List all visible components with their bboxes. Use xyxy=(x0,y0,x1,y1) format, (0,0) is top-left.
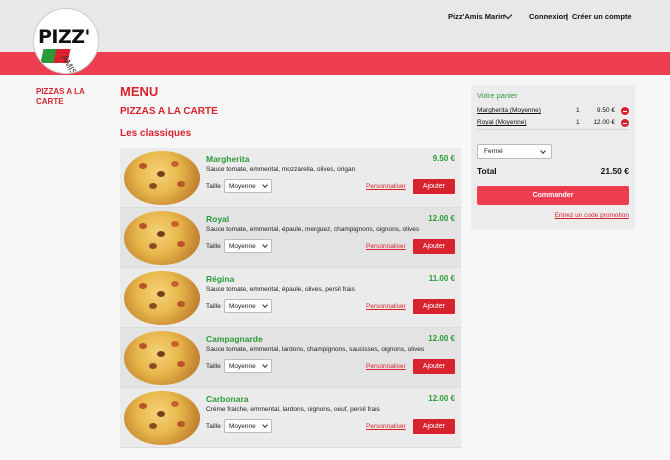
page-title: MENU xyxy=(120,84,159,99)
cart-title: Votre panier xyxy=(477,91,518,100)
product-price: 11.00 € xyxy=(428,274,455,283)
product-price: 12.00 € xyxy=(428,214,455,223)
size-select[interactable]: Moyenne xyxy=(224,419,272,433)
remove-item-icon[interactable] xyxy=(621,119,629,127)
product-price: 9.50 € xyxy=(432,154,455,163)
size-label: Taille xyxy=(206,183,221,190)
cart-panel: Votre panier Margherita (Moyenne) 1 9.50… xyxy=(471,85,635,229)
subsection-title: Les classiques xyxy=(120,128,192,139)
sidebar-item-pizzas[interactable]: PIZZAS A LA CARTE xyxy=(36,87,106,107)
cart-item-price: 12.00 € xyxy=(593,119,615,126)
total-label: Total xyxy=(477,166,497,176)
chevron-down-icon xyxy=(262,362,268,368)
size-value: Moyenne xyxy=(229,303,256,310)
product-row: Campagnarde 12.00 € Sauce tomate, emment… xyxy=(120,328,461,388)
add-button[interactable]: Ajouter xyxy=(413,179,455,194)
chevron-down-icon xyxy=(262,242,268,248)
size-label: Taille xyxy=(206,423,221,430)
section-title: PIZZAS A LA CARTE xyxy=(120,106,218,117)
product-name: Campagnarde xyxy=(206,334,263,344)
product-price: 12.00 € xyxy=(428,394,455,403)
site-logo[interactable]: PIZZ' AMIS xyxy=(33,8,99,74)
product-row: Margherita 9.50 € Sauce tomate, emmental… xyxy=(120,148,461,208)
product-name: Margherita xyxy=(206,154,250,164)
customize-link[interactable]: Personnaliser xyxy=(366,363,406,370)
logo-subtext: AMIS xyxy=(59,53,80,74)
size-value: Moyenne xyxy=(229,183,256,190)
pizza-image xyxy=(124,151,200,205)
size-value: Moyenne xyxy=(229,363,256,370)
top-bar xyxy=(0,0,670,52)
cart-item-name[interactable]: Royal (Moyenne) xyxy=(477,119,527,126)
cart-item-price: 9.50 € xyxy=(596,107,615,114)
delivery-mode-value: Fermé xyxy=(484,148,503,155)
add-button[interactable]: Ajouter xyxy=(413,359,455,374)
order-button[interactable]: Commander xyxy=(477,186,629,205)
pizza-image xyxy=(124,391,200,445)
size-value: Moyenne xyxy=(229,423,256,430)
pizza-image xyxy=(124,271,200,325)
customize-link[interactable]: Personnaliser xyxy=(366,183,406,190)
product-row: Royal 12.00 € Sauce tomate, emmental, ép… xyxy=(120,208,461,268)
product-name: Carbonara xyxy=(206,394,249,404)
header-band xyxy=(0,52,670,75)
customize-link[interactable]: Personnaliser xyxy=(366,303,406,310)
store-selector[interactable]: Pizz'Amis Marin xyxy=(448,12,505,21)
size-select[interactable]: Moyenne xyxy=(224,239,272,253)
product-list: Margherita 9.50 € Sauce tomate, emmental… xyxy=(120,148,461,448)
login-link[interactable]: Connexion xyxy=(529,12,568,21)
cart-item-qty: 1 xyxy=(576,107,580,114)
cart-item: Royal (Moyenne) 1 12.00 € xyxy=(477,119,629,129)
promo-code-link[interactable]: Entrez un code promotion xyxy=(555,212,629,219)
chevron-down-icon xyxy=(262,302,268,308)
size-label: Taille xyxy=(206,243,221,250)
size-label: Taille xyxy=(206,303,221,310)
product-description: Sauce tomate, emmental, épaule, olives, … xyxy=(206,286,355,293)
product-row: Régina 11.00 € Sauce tomate, emmental, é… xyxy=(120,268,461,328)
total-value: 21.50 € xyxy=(600,166,629,176)
product-description: Crème fraiche, emmental, lardons, oignon… xyxy=(206,406,380,413)
delivery-mode-select[interactable]: Fermé xyxy=(477,144,552,159)
nav-separator: | xyxy=(566,12,569,21)
product-description: Sauce tomate, emmental, lardons, champig… xyxy=(206,346,425,353)
size-select[interactable]: Moyenne xyxy=(224,359,272,373)
pizza-image xyxy=(124,331,200,385)
size-value: Moyenne xyxy=(229,243,256,250)
product-row: Carbonara 12.00 € Crème fraiche, emmenta… xyxy=(120,388,461,448)
add-button[interactable]: Ajouter xyxy=(413,419,455,434)
product-description: Sauce tomate, emmental, épaule, merguez,… xyxy=(206,226,420,233)
chevron-down-icon xyxy=(262,422,268,428)
cart-divider xyxy=(477,129,629,130)
chevron-down-icon xyxy=(540,147,546,154)
cart-item-qty: 1 xyxy=(576,119,580,126)
size-select[interactable]: Moyenne xyxy=(224,179,272,193)
customize-link[interactable]: Personnaliser xyxy=(366,243,406,250)
product-price: 12.00 € xyxy=(428,334,455,343)
chevron-down-icon xyxy=(262,182,268,188)
size-select[interactable]: Moyenne xyxy=(224,299,272,313)
remove-item-icon[interactable] xyxy=(621,107,629,115)
product-description: Sauce tomate, emmental, mozzarella, oliv… xyxy=(206,166,356,173)
size-label: Taille xyxy=(206,363,221,370)
add-button[interactable]: Ajouter xyxy=(413,239,455,254)
cart-item: Margherita (Moyenne) 1 9.50 € xyxy=(477,107,629,117)
product-name: Régina xyxy=(206,274,235,284)
cart-item-name[interactable]: Margherita (Moyenne) xyxy=(477,107,541,114)
product-name: Royal xyxy=(206,214,230,224)
logo-text: PIZZ' xyxy=(38,26,90,48)
register-link[interactable]: Créer un compte xyxy=(572,12,632,21)
customize-link[interactable]: Personnaliser xyxy=(366,423,406,430)
add-button[interactable]: Ajouter xyxy=(413,299,455,314)
pizza-image xyxy=(124,211,200,265)
